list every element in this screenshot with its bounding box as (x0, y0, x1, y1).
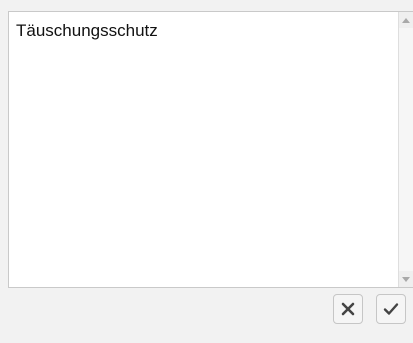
text-area-content[interactable]: Täuschungsschutz (16, 20, 393, 42)
scroll-up-arrow-icon (402, 17, 410, 23)
close-icon (341, 302, 355, 316)
confirm-button[interactable] (376, 294, 406, 324)
scroll-up-button[interactable] (399, 12, 413, 28)
scroll-down-arrow-icon (402, 276, 410, 282)
text-area[interactable]: Täuschungsschutz (8, 11, 413, 288)
text-editor-panel: Täuschungsschutz (0, 0, 413, 343)
panel-left-edge (0, 0, 8, 343)
vertical-scrollbar[interactable] (398, 12, 413, 287)
cancel-button[interactable] (333, 294, 363, 324)
scroll-track[interactable] (399, 28, 413, 271)
checkmark-icon (383, 303, 399, 315)
scroll-down-button[interactable] (399, 271, 413, 287)
